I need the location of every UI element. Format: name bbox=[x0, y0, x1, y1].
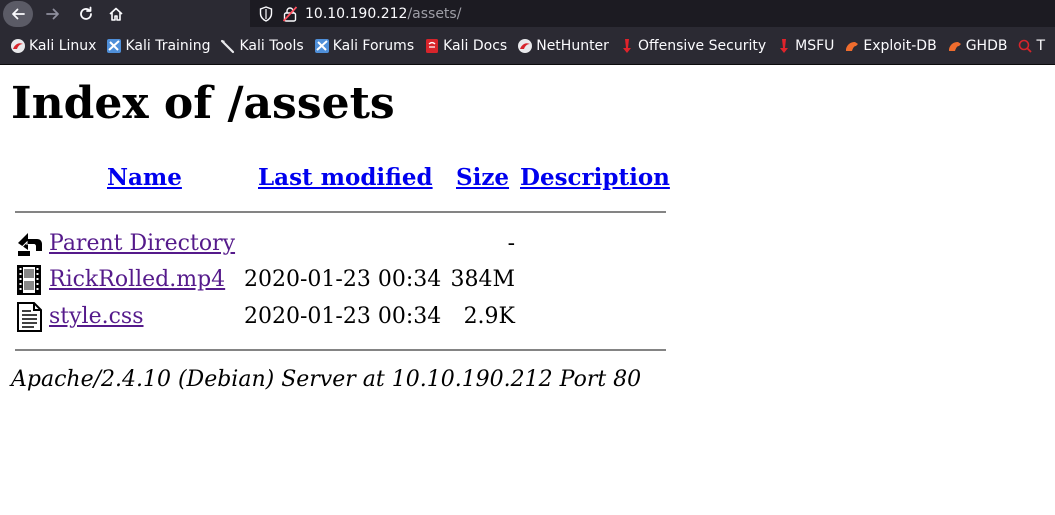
url-text[interactable]: 10.10.190.212/assets/ bbox=[305, 6, 461, 22]
url-host: 10.10.190.212 bbox=[305, 5, 408, 22]
bookmark-exploit-db[interactable]: Exploit-DB bbox=[844, 38, 937, 54]
forward-button[interactable] bbox=[38, 1, 68, 27]
reload-icon bbox=[80, 6, 92, 20]
bookmark-msfu[interactable]: MSFU bbox=[776, 38, 834, 54]
arrow-left-icon bbox=[12, 8, 25, 20]
file-link-parent-directory[interactable]: Parent Directory bbox=[49, 230, 235, 258]
file-link-style-css[interactable]: style.css bbox=[49, 303, 144, 331]
navigation-toolbar: 10.10.190.212/assets/ bbox=[0, 0, 1055, 28]
movie-file-icon bbox=[17, 265, 41, 295]
offsec-icon bbox=[622, 39, 631, 53]
kali-tools-icon bbox=[221, 39, 235, 54]
file-size: 2.9K bbox=[463, 304, 515, 329]
nethunter-icon bbox=[518, 39, 533, 53]
page-title: Index of /assets bbox=[11, 78, 395, 129]
kali-forums-icon bbox=[314, 39, 329, 53]
server-signature: Apache/2.4.10 (Debian) Server at 10.10.1… bbox=[11, 367, 642, 392]
home-icon bbox=[109, 7, 123, 21]
ghdb-icon bbox=[948, 42, 961, 51]
search-icon bbox=[1019, 39, 1033, 53]
insecure-lock-icon[interactable] bbox=[283, 5, 297, 22]
bookmark-label: Kali Training bbox=[125, 38, 211, 54]
bookmark-truncated[interactable]: T bbox=[1017, 38, 1045, 54]
column-header-description[interactable]: Description bbox=[520, 164, 670, 192]
divider-bottom bbox=[15, 349, 666, 351]
exploit-db-icon bbox=[846, 42, 859, 51]
bookmark-label: T bbox=[1036, 38, 1046, 54]
table-row: style.css 2020-01-23 00:34 2.9K bbox=[0, 302, 700, 332]
page-content: Index of /assets Name Last modified Size… bbox=[0, 66, 1055, 515]
msfu-icon bbox=[780, 39, 789, 53]
bookmark-label: NetHunter bbox=[536, 38, 609, 54]
bookmark-kali-forums[interactable]: Kali Forums bbox=[314, 38, 414, 54]
home-button[interactable] bbox=[101, 1, 131, 27]
bookmark-label: Exploit-DB bbox=[863, 38, 937, 54]
bookmark-label: MSFU bbox=[795, 38, 835, 54]
bookmark-kali-linux[interactable]: Kali Linux bbox=[10, 38, 96, 54]
shield-icon[interactable] bbox=[259, 5, 273, 22]
bookmark-kali-tools[interactable]: Kali Tools bbox=[220, 38, 304, 54]
bookmark-offensive-security[interactable]: Offensive Security bbox=[619, 38, 766, 54]
bookmark-label: Kali Tools bbox=[239, 38, 304, 54]
divider-top bbox=[15, 211, 666, 213]
table-row: Parent Directory - bbox=[0, 229, 700, 259]
bookmark-ghdb[interactable]: GHDB bbox=[947, 38, 1008, 54]
url-bar[interactable]: 10.10.190.212/assets/ bbox=[250, 0, 1055, 27]
file-modified: 2020-01-23 00:34 bbox=[244, 267, 442, 292]
bookmark-label: GHDB bbox=[965, 38, 1008, 54]
bookmark-kali-docs[interactable]: Kali Docs bbox=[424, 38, 507, 54]
back-folder-icon bbox=[18, 233, 42, 256]
url-path: /assets/ bbox=[407, 5, 462, 22]
kali-training-icon bbox=[107, 39, 122, 53]
bookmark-nethunter[interactable]: NetHunter bbox=[517, 38, 609, 54]
bookmark-label: Kali Linux bbox=[29, 38, 97, 54]
file-modified: 2020-01-23 00:34 bbox=[244, 304, 442, 329]
reload-button[interactable] bbox=[71, 1, 101, 27]
column-header-size[interactable]: Size bbox=[456, 164, 509, 192]
file-size: 384M bbox=[450, 267, 515, 292]
bookmark-label: Offensive Security bbox=[637, 38, 767, 54]
bookmarks-toolbar: Kali Linux Kali Training Kali Tools Kali… bbox=[0, 28, 1055, 65]
column-header-name[interactable]: Name bbox=[107, 164, 182, 192]
bookmark-label: Kali Docs bbox=[443, 38, 508, 54]
arrow-right-icon bbox=[46, 8, 59, 20]
kali-docs-icon bbox=[426, 39, 439, 53]
file-link-rickrolled-mp4[interactable]: RickRolled.mp4 bbox=[49, 266, 225, 294]
text-file-icon bbox=[17, 302, 42, 332]
bookmark-kali-training[interactable]: Kali Training bbox=[106, 38, 210, 54]
column-header-last-modified[interactable]: Last modified bbox=[258, 164, 433, 192]
back-button[interactable] bbox=[3, 1, 33, 27]
bookmark-label: Kali Forums bbox=[332, 38, 415, 54]
table-row: RickRolled.mp4 2020-01-23 00:34 384M bbox=[0, 265, 700, 295]
kali-dragon-icon bbox=[11, 39, 25, 53]
file-size: - bbox=[507, 231, 515, 256]
